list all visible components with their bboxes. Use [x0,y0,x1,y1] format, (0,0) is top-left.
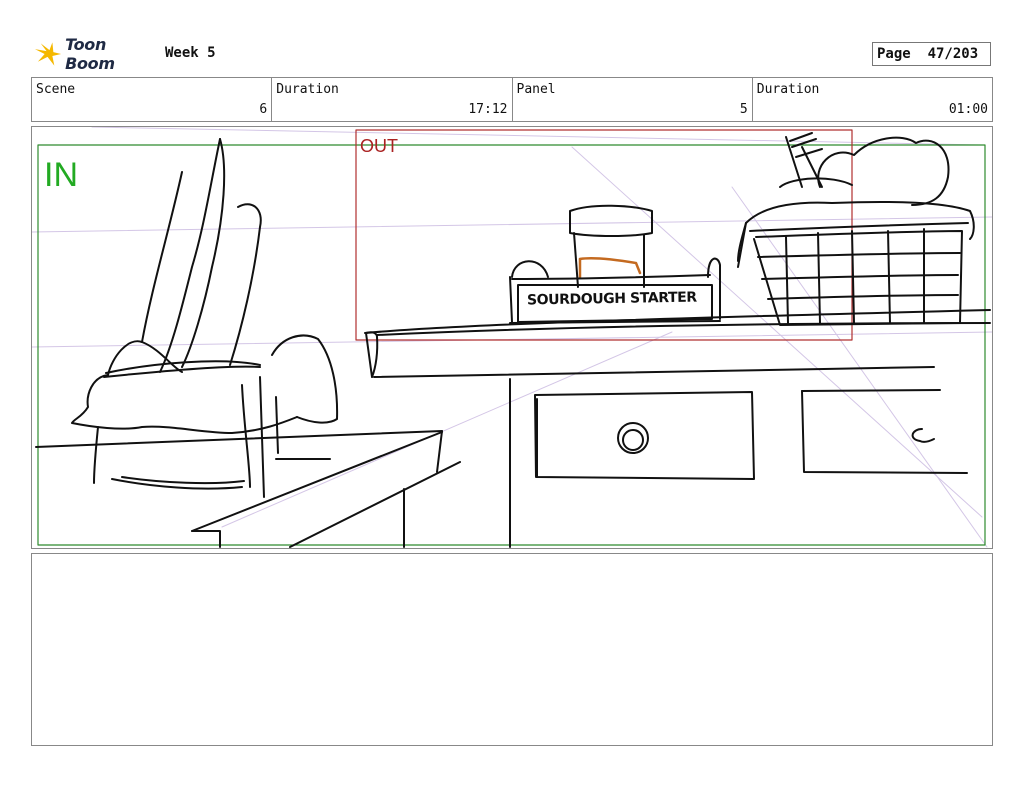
notes-area[interactable] [31,553,993,746]
page-title: Week 5 [165,45,216,61]
panel-cell: Panel 5 [513,78,753,121]
out-label: OUT [360,136,398,156]
panel-value: 5 [739,102,748,117]
in-label: IN [44,156,78,194]
page-number: 47/203 [927,46,979,62]
panel-duration-cell: Duration 01:00 [753,78,992,121]
page-label: Page [877,46,911,62]
panel-duration-value: 01:00 [948,102,988,117]
panel-label: Panel [516,82,556,97]
scene-value: 6 [259,102,268,117]
info-bar: Scene 6 Duration 17:12 Panel 5 Duration … [31,77,993,122]
counter-sketch [364,309,991,548]
jar-sketch [569,204,653,288]
panel-sketch [32,127,992,548]
scene-duration-label: Duration [276,82,339,97]
scene-duration-cell: Duration 17:12 [272,78,513,121]
scene-cell: Scene 6 [32,78,273,121]
sign-label: SOURDOUGH STARTER [526,289,697,309]
scene-duration-value: 17:12 [468,102,508,117]
page-indicator: Page 47/203 [872,42,991,66]
scene-label: Scene [36,82,76,97]
star-icon [34,42,62,66]
toon-boom-logo: Toon Boom [33,35,158,73]
perspective-guides [32,127,992,548]
basket-sketch [737,132,975,326]
panel-duration-label: Duration [756,82,820,97]
brand-name: Toon Boom [65,35,115,73]
